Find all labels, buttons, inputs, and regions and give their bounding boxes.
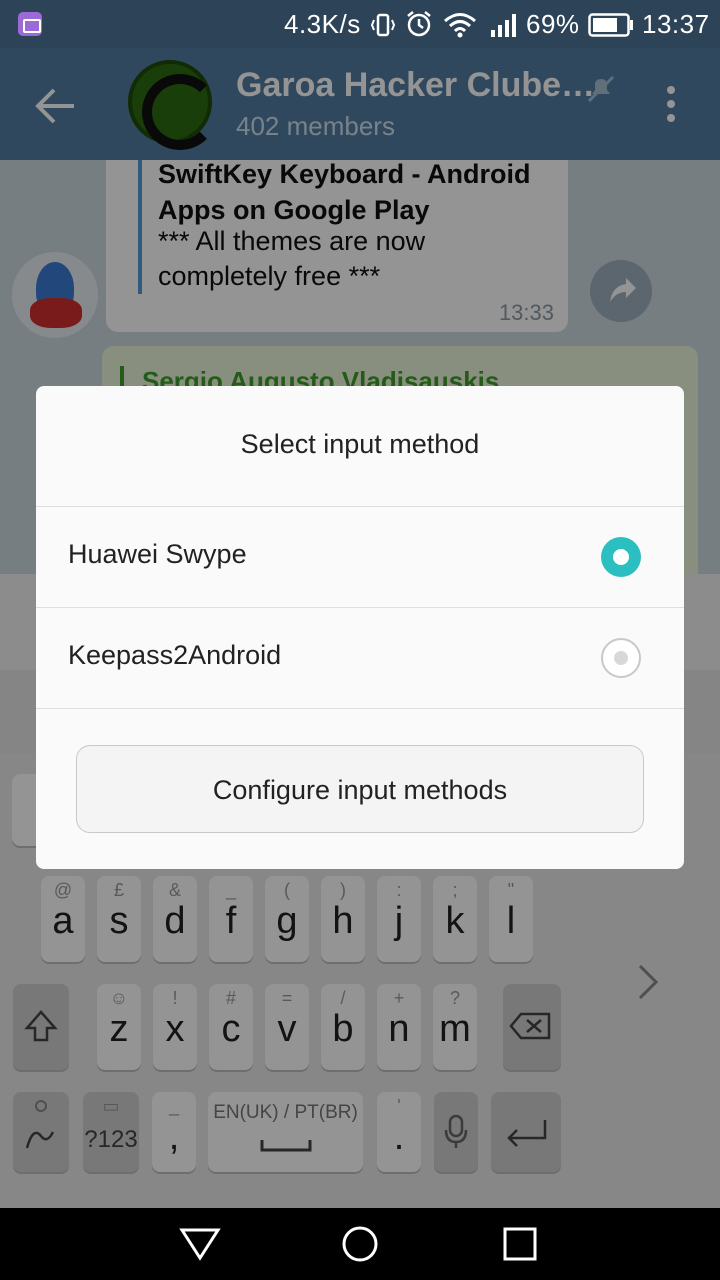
option-keepass2android[interactable]: Keepass2Android [36, 608, 684, 708]
clock: 13:37 [642, 9, 710, 39]
network-speed: 4.3K/s [284, 9, 361, 39]
signal-icon [491, 14, 516, 37]
battery-percent: 69% [526, 9, 580, 39]
battery-icon [588, 13, 633, 37]
nav-recents-icon[interactable] [502, 1226, 538, 1262]
wifi-icon [444, 13, 476, 38]
radio-selected[interactable] [601, 537, 641, 577]
vibrate-icon [370, 13, 396, 37]
nav-back-icon[interactable] [178, 1226, 222, 1262]
nav-home-icon[interactable] [340, 1224, 380, 1264]
divider [36, 708, 684, 709]
alarm-icon [407, 11, 431, 37]
dialog-title: Select input method [240, 429, 480, 459]
option-huawei-swype[interactable]: Huawei Swype [36, 507, 684, 607]
configure-input-methods-button[interactable]: Configure input methods [76, 745, 644, 833]
option-label: Keepass2Android [68, 640, 282, 670]
notification-app-icon [18, 12, 42, 36]
option-label: Huawei Swype [68, 539, 247, 569]
select-input-method-dialog: Select input method Huawei Swype Keepass… [36, 386, 684, 869]
navigation-bar [0, 1208, 720, 1280]
radio-unselected[interactable] [601, 638, 641, 678]
status-bar: 4.3K/s 69% 13:37 [0, 0, 720, 48]
